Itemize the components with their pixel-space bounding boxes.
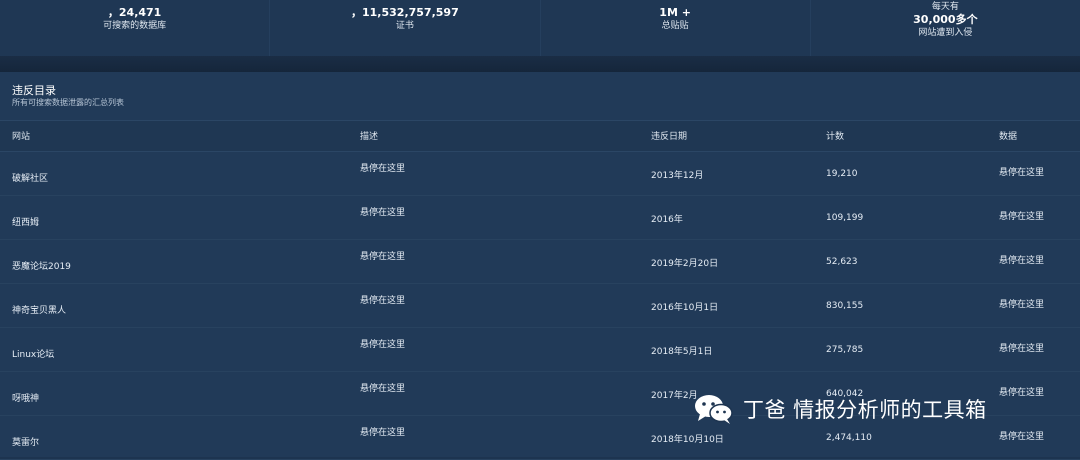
stat-prefix: 每天有 (931, 2, 959, 12)
stat-value: ，24,471 (107, 6, 162, 19)
cell-data-hover[interactable]: 悬停在这里 (999, 209, 1044, 222)
table-row: 破解社区 悬停在这里 2013年12月 19,210 悬停在这里 (0, 151, 1080, 196)
cell-description-hover[interactable]: 悬停在这里 (360, 293, 405, 306)
cell-count: 19,210 (826, 169, 858, 179)
watermark-text: 丁爸 情报分析师的工具箱 (743, 398, 987, 422)
cell-data-hover[interactable]: 悬停在这里 (999, 341, 1044, 354)
stat-value: 30,000多个 (913, 13, 978, 26)
cell-site: Linux论坛 (12, 350, 55, 360)
cell-description-hover[interactable]: 悬停在这里 (360, 381, 405, 394)
header-site[interactable]: 网站 (12, 129, 30, 142)
cell-data-hover[interactable]: 悬停在这里 (999, 429, 1044, 442)
stat-credentials: ，11,532,757,597 证书 (270, 0, 541, 56)
cell-data-hover[interactable]: 悬停在这里 (999, 385, 1044, 398)
watermark: 丁爸 情报分析师的工具箱 (693, 392, 987, 426)
cell-site: 纽西姆 (12, 218, 40, 228)
wechat-icon (695, 395, 733, 424)
stat-label: 网站遭到入侵 (918, 28, 973, 38)
cell-date: 2016年 (651, 215, 683, 225)
cell-count: 830,155 (826, 301, 864, 311)
stat-databases: ，24,471 可搜索的数据库 (0, 0, 271, 56)
header-count[interactable]: 计数 (826, 129, 844, 142)
cell-description-hover[interactable]: 悬停在这里 (360, 249, 405, 262)
stat-pastes: 1M + 总贴贴 (541, 0, 811, 56)
cell-date: 2013年12月 (651, 171, 704, 181)
table-row: Linux论坛 悬停在这里 2018年5月1日 275,785 悬停在这里 (0, 327, 1080, 372)
stat-value: 1M + (659, 6, 691, 19)
cell-date: 2019年2月20日 (651, 259, 719, 269)
cell-count: 275,785 (826, 345, 864, 355)
cell-site: 恶魔论坛2019 (12, 262, 71, 272)
section-subtitle: 所有可搜索数据泄露的汇总列表 (12, 98, 124, 107)
table-row: 神奇宝贝黑人 悬停在这里 2016年10月1日 830,155 悬停在这里 (0, 283, 1080, 328)
cell-date: 2017年2月 (651, 391, 698, 401)
header-data[interactable]: 数据 (999, 129, 1017, 142)
cell-count: 109,199 (826, 213, 864, 223)
stats-bar: ，24,471 可搜索的数据库 ，11,532,757,597 证书 1M + … (0, 0, 1080, 56)
cell-site: 莫雷尔 (12, 438, 40, 448)
table-header: 网站 描述 违反日期 计数 数据 (0, 120, 1080, 152)
cell-site: 神奇宝贝黑人 (12, 306, 67, 316)
section-divider (0, 56, 1080, 72)
cell-description-hover[interactable]: 悬停在这里 (360, 337, 405, 350)
stat-label: 证书 (395, 21, 414, 31)
cell-date: 2018年5月1日 (651, 347, 713, 357)
cell-data-hover[interactable]: 悬停在这里 (999, 253, 1044, 266)
stat-hacked-daily: 每天有 30,000多个 网站遭到入侵 (811, 0, 1080, 56)
stat-label: 总贴贴 (661, 21, 689, 31)
cell-date: 2018年10月10日 (651, 435, 724, 445)
cell-count: 52,623 (826, 257, 858, 267)
table-row: 纽西姆 悬停在这里 2016年 109,199 悬停在这里 (0, 195, 1080, 240)
cell-site: 破解社区 (12, 174, 49, 184)
cell-data-hover[interactable]: 悬停在这里 (999, 297, 1044, 310)
cell-description-hover[interactable]: 悬停在这里 (360, 205, 405, 218)
cell-site: 呀哦神 (12, 394, 40, 404)
section-title: 违反目录 (12, 84, 56, 97)
cell-count: 2,474,110 (826, 433, 872, 443)
header-breach-date[interactable]: 违反日期 (651, 129, 687, 142)
stat-value: ，11,532,757,597 (351, 6, 459, 19)
cell-date: 2016年10月1日 (651, 303, 719, 313)
table-row: 恶魔论坛2019 悬停在这里 2019年2月20日 52,623 悬停在这里 (0, 239, 1080, 284)
cell-data-hover[interactable]: 悬停在这里 (999, 165, 1044, 178)
stat-label: 可搜索的数据库 (103, 21, 167, 31)
cell-description-hover[interactable]: 悬停在这里 (360, 161, 405, 174)
cell-description-hover[interactable]: 悬停在这里 (360, 425, 405, 438)
header-description[interactable]: 描述 (360, 129, 378, 142)
